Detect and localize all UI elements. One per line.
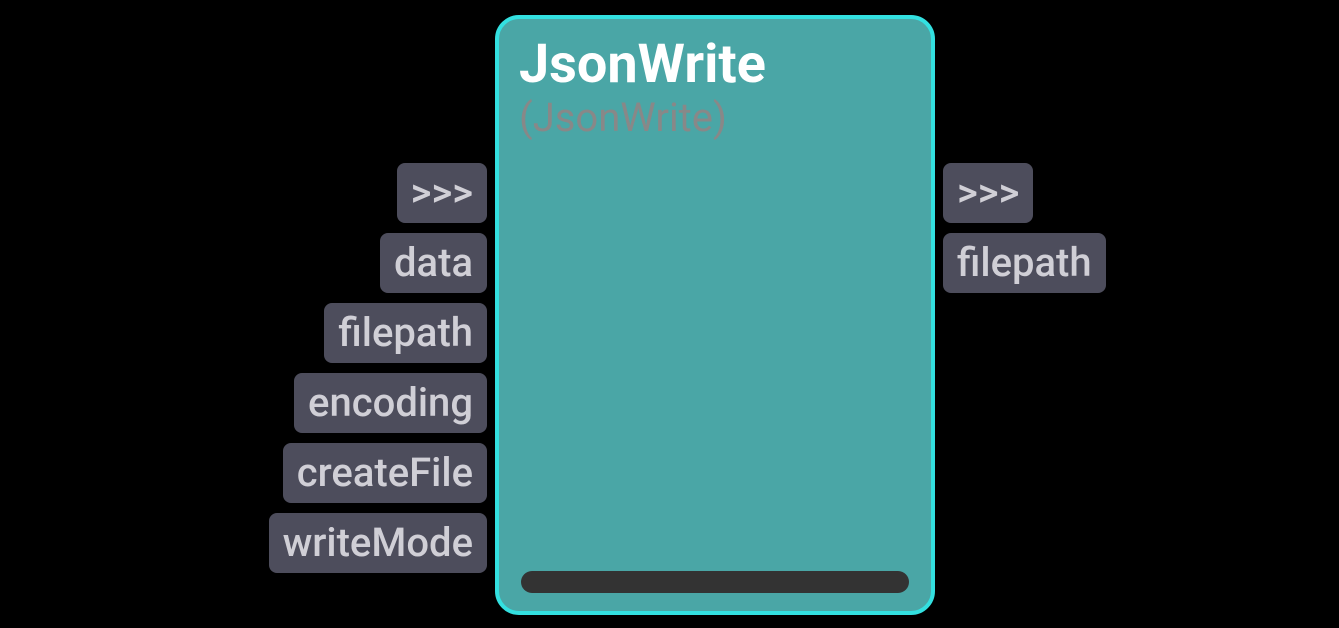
- output-port-exec[interactable]: >>>: [943, 163, 1033, 223]
- input-port-createfile[interactable]: createFile: [283, 443, 487, 503]
- output-port-filepath[interactable]: filepath: [943, 233, 1106, 293]
- node-body: JsonWrite (JsonWrite): [495, 15, 935, 615]
- node-container[interactable]: JsonWrite (JsonWrite) >>> data filepath …: [495, 15, 935, 615]
- node-footer-bar: [521, 571, 909, 593]
- node-subtitle: (JsonWrite): [519, 96, 911, 140]
- output-ports: >>> filepath: [943, 163, 1106, 293]
- input-port-writemode[interactable]: writeMode: [269, 513, 487, 573]
- node-title: JsonWrite: [519, 35, 911, 94]
- input-ports: >>> data filepath encoding createFile wr…: [269, 163, 487, 573]
- input-port-data[interactable]: data: [380, 233, 487, 293]
- input-port-encoding[interactable]: encoding: [294, 373, 487, 433]
- input-port-filepath[interactable]: filepath: [324, 303, 487, 363]
- input-port-exec[interactable]: >>>: [397, 163, 487, 223]
